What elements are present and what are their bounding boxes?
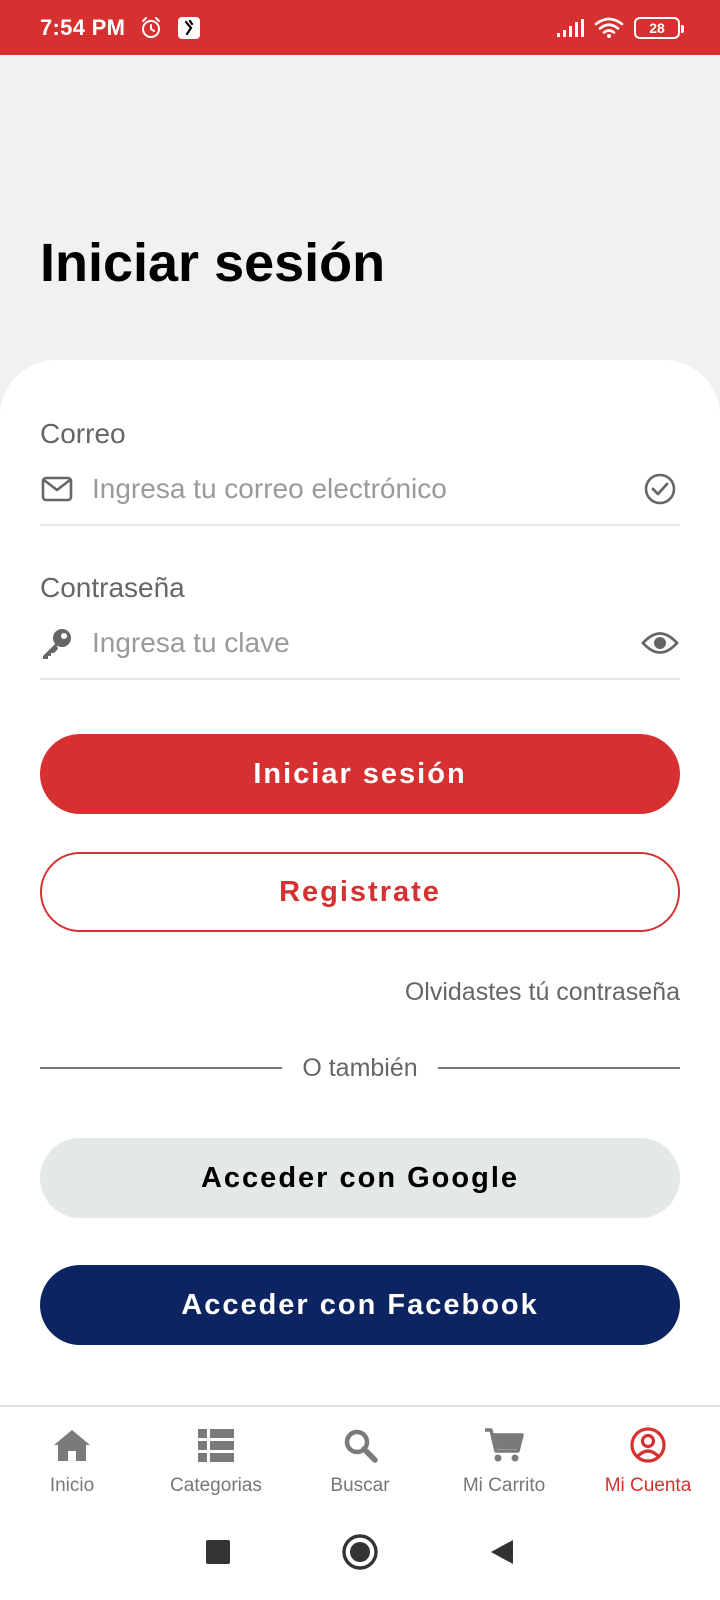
password-field-row — [40, 608, 680, 680]
battery-level: 28 — [649, 19, 665, 36]
divider-line-left — [40, 1067, 283, 1069]
alarm-icon — [139, 16, 163, 40]
status-time: 7:54 PM — [40, 14, 126, 40]
home-icon — [52, 1425, 92, 1465]
envelope-icon — [40, 472, 74, 506]
nav-label: Categorias — [170, 1475, 262, 1496]
nav-item-mi-carrito[interactable]: Mi Carrito — [432, 1407, 576, 1503]
system-nav-bar — [0, 1503, 720, 1600]
eye-icon[interactable] — [640, 623, 680, 663]
signal-icon — [556, 18, 584, 38]
email-input[interactable] — [92, 473, 640, 505]
search-icon — [342, 1425, 378, 1465]
list-icon — [197, 1425, 235, 1465]
key-icon — [40, 626, 74, 660]
nav-item-mi-cuenta[interactable]: Mi Cuenta — [576, 1407, 720, 1503]
divider-text: O también — [302, 1053, 418, 1082]
wifi-icon — [594, 17, 624, 39]
password-label: Contraseña — [40, 572, 185, 603]
nav-item-buscar[interactable]: Buscar — [288, 1407, 432, 1503]
app-notification-icon — [177, 16, 201, 40]
login-button[interactable]: Iniciar sesión — [40, 734, 680, 814]
login-card: Correo Contraseña — [0, 360, 720, 1405]
home-circle-icon[interactable] — [341, 1533, 379, 1571]
nav-label: Buscar — [330, 1475, 390, 1496]
status-bar: 7:54 PM 28 — [0, 0, 720, 55]
status-right: 28 — [556, 16, 684, 39]
recents-square-icon[interactable] — [205, 1539, 231, 1565]
page-title: Iniciar sesión — [40, 233, 386, 293]
google-login-button[interactable]: Acceder con Google — [40, 1138, 680, 1218]
password-input[interactable] — [92, 627, 640, 659]
cart-icon — [484, 1425, 524, 1465]
nav-item-categorias[interactable]: Categorias — [144, 1407, 288, 1503]
back-triangle-icon[interactable] — [489, 1538, 515, 1566]
email-label: Correo — [40, 418, 126, 449]
bottom-nav: Inicio Categorias Buscar Mi Carrito Mi C… — [0, 1405, 720, 1503]
check-circle-icon[interactable] — [640, 469, 680, 509]
forgot-password-link[interactable]: Olvidastes tú contraseña — [405, 978, 680, 1007]
divider-line-right — [437, 1067, 680, 1069]
email-field-row — [40, 454, 680, 526]
facebook-login-button[interactable]: Acceder con Facebook — [40, 1265, 680, 1345]
divider: O también — [40, 1048, 680, 1088]
nav-item-inicio[interactable]: Inicio — [0, 1407, 144, 1503]
nav-label: Mi Carrito — [462, 1475, 546, 1496]
status-left: 7:54 PM — [40, 15, 201, 41]
nav-label: Inicio — [49, 1475, 95, 1496]
account-icon — [629, 1425, 667, 1465]
register-button[interactable]: Registrate — [40, 852, 680, 932]
battery-icon: 28 — [634, 16, 684, 39]
nav-label: Mi Cuenta — [604, 1475, 692, 1496]
